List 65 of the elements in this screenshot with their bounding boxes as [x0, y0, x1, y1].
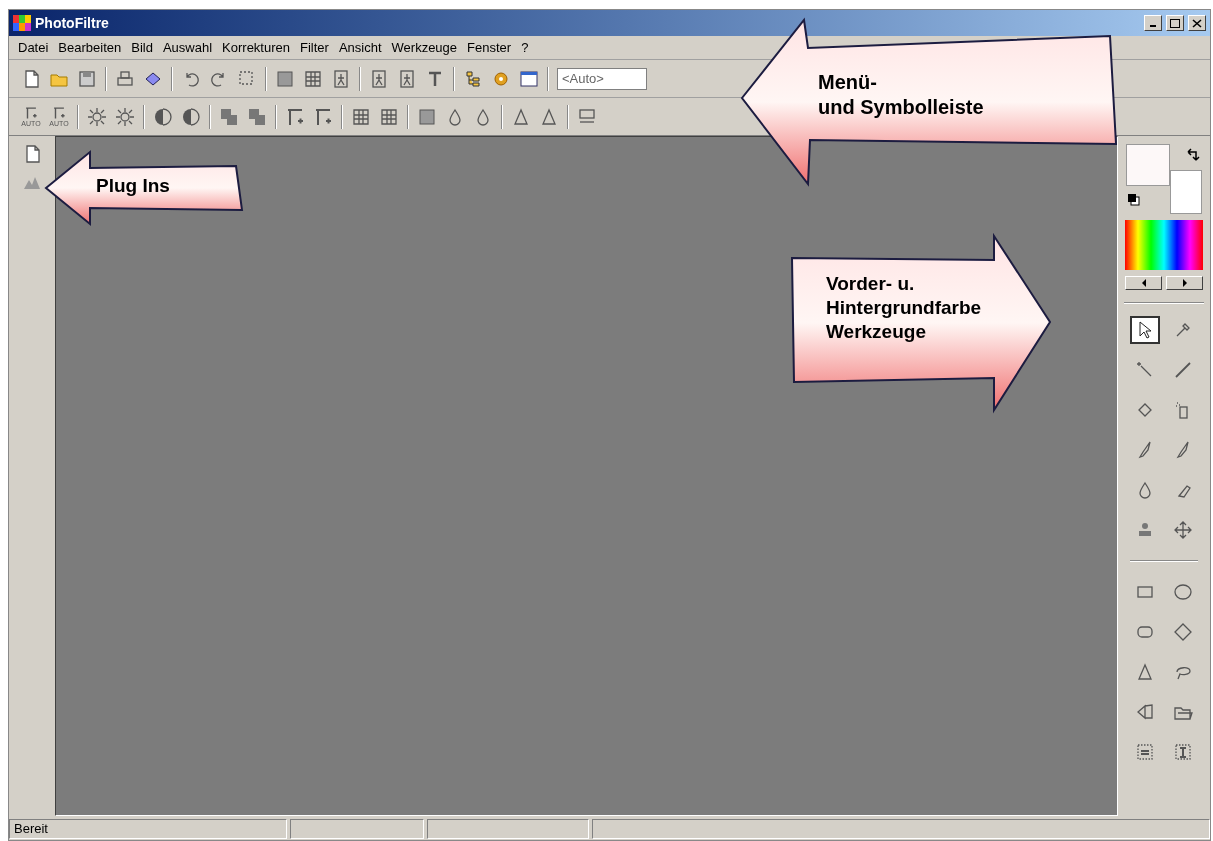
grid-icon [379, 106, 399, 127]
maximize-button[interactable] [1166, 15, 1184, 31]
figure-icon [397, 68, 417, 89]
zoom-field[interactable]: <Auto> [557, 67, 647, 90]
polygon-icon [1135, 702, 1155, 722]
palette-left-button[interactable] [1125, 276, 1162, 290]
square-icon [275, 68, 295, 89]
triangle-icon [1135, 662, 1155, 682]
diamond-icon [1173, 622, 1193, 642]
window-title: PhotoFiltre [35, 13, 109, 33]
close-icon [1192, 18, 1202, 28]
maximize-icon [1170, 18, 1180, 28]
brightness-up-icon [115, 106, 135, 127]
menu-item[interactable]: Korrekturen [217, 37, 295, 58]
callout-text: Plug Ins [96, 174, 170, 198]
menu-item[interactable]: Fenster [462, 37, 517, 58]
gamma-icon [24, 106, 38, 120]
foreground-color-swatch[interactable] [1126, 144, 1170, 186]
gamma-down-icon [285, 106, 305, 127]
grid-icon [303, 68, 323, 89]
triangle-icon [539, 106, 559, 127]
window-icon [519, 68, 539, 89]
swap-arrows-icon[interactable] [1186, 146, 1200, 162]
move-icon [1173, 520, 1193, 540]
status-text: Bereit [9, 819, 287, 839]
triangle-left-icon [1140, 279, 1147, 287]
figure-icon [331, 68, 351, 89]
printer-icon [115, 68, 135, 89]
palette-right-button[interactable] [1166, 276, 1203, 290]
close-button[interactable] [1188, 15, 1206, 31]
triangle-right-icon [1181, 279, 1188, 287]
color-palette[interactable] [1125, 220, 1203, 270]
text-cursor-icon [1173, 742, 1193, 762]
menu-item[interactable]: Auswahl [157, 37, 218, 58]
callout-text: Vorder- u. Hintergrundfarbe Werkzeuge [826, 272, 982, 344]
reset-colors-icon[interactable] [1128, 194, 1140, 206]
menu-item[interactable]: Bild [126, 37, 158, 58]
tool-button[interactable] [1130, 316, 1160, 344]
triangle-icon [511, 106, 531, 127]
brightness-down-icon [87, 106, 107, 127]
saturation-up-icon [247, 106, 267, 127]
figure-icon [369, 68, 389, 89]
saturation-down-icon [219, 106, 239, 127]
background-color-swatch[interactable] [1170, 170, 1202, 214]
menu-item[interactable]: Bearbeiten [53, 37, 127, 58]
gamma-up-icon [313, 106, 333, 127]
text-lines-icon [1135, 742, 1155, 762]
grid-icon [351, 106, 371, 127]
menu-item[interactable]: ? [516, 37, 534, 58]
minimize-icon [1150, 25, 1156, 27]
contrast-up-icon [181, 106, 201, 127]
gamma-icon [52, 106, 66, 120]
menu-item[interactable]: Ansicht [333, 37, 387, 58]
menu-item[interactable]: Werkzeuge [386, 37, 463, 58]
tree-icon [463, 68, 483, 89]
minimize-button[interactable] [1144, 15, 1162, 31]
contrast-down-icon [153, 106, 173, 127]
ellipse-icon [1173, 582, 1193, 602]
app-icon [13, 15, 31, 31]
square-icon [417, 106, 437, 127]
line-icon [1173, 360, 1193, 380]
save-icon [77, 68, 97, 89]
menu-item[interactable]: Filter [295, 37, 334, 58]
callout-text: Menü- und Symbolleiste [818, 70, 984, 120]
menu-item[interactable]: Datei [13, 37, 54, 58]
